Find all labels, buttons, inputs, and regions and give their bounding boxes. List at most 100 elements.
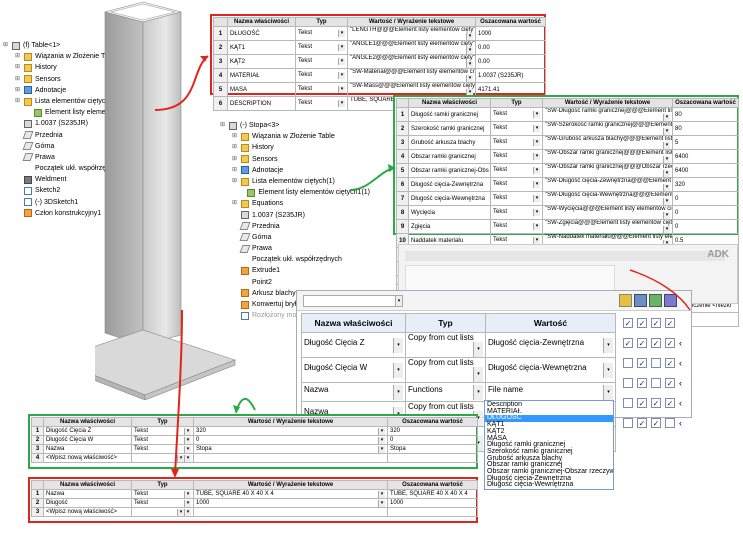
property-name-cell[interactable]: Obszar ramki granicznej bbox=[408, 149, 491, 164]
property-name-cell[interactable]: Długość bbox=[43, 498, 132, 508]
chevron-down-icon[interactable]: ▾ bbox=[603, 362, 613, 378]
row-checkbox[interactable]: ✓ bbox=[651, 418, 661, 428]
dropdown-arrow-icon[interactable]: ▾ bbox=[338, 58, 345, 65]
type-select[interactable]: Functions ▾ bbox=[405, 382, 486, 402]
type-cell[interactable]: Tekst ▾ bbox=[490, 219, 543, 234]
dropdown-arrow-icon[interactable]: ▾ bbox=[663, 170, 670, 177]
row-checkbox[interactable]: ✓ bbox=[623, 338, 633, 348]
dropdown-arrow-icon[interactable]: ▾ bbox=[338, 44, 345, 51]
value-select[interactable]: Długość cięcia-Wewnętrzna ▾ bbox=[485, 357, 616, 383]
dropdown-arrow-icon[interactable]: ▾ bbox=[533, 209, 540, 216]
type-cell[interactable]: Tekst ▾ bbox=[295, 96, 348, 111]
row-checkbox[interactable]: ✓ bbox=[637, 418, 647, 428]
dropdown-arrow-icon[interactable]: ▾ bbox=[338, 86, 345, 93]
value-cell[interactable]: TUBE, SQUARE 40 X 40 X 4 ▾ bbox=[193, 489, 388, 499]
property-name-cell[interactable]: Nazwa bbox=[43, 444, 132, 454]
value-cell[interactable]: "SW-Wycięcia@@@Element listy elementów c… bbox=[542, 205, 673, 220]
type-cell[interactable]: Tekst ▾ bbox=[131, 489, 194, 499]
property-name-cell[interactable]: Grubość arkusza blachy bbox=[408, 135, 491, 150]
chevron-left-icon[interactable]: ‹ bbox=[679, 398, 682, 408]
export-icon[interactable] bbox=[649, 294, 662, 307]
property-name-cell[interactable]: KĄT1 bbox=[227, 40, 296, 55]
dropdown-arrow-icon[interactable]: ▾ bbox=[663, 128, 670, 135]
save-icon[interactable] bbox=[664, 294, 677, 307]
row-checkbox[interactable]: ✓ bbox=[665, 338, 675, 348]
dropdown-arrow-icon[interactable]: ▾ bbox=[466, 47, 473, 54]
value-cell[interactable]: "SW-Material@@@Element listy elementów c… bbox=[347, 68, 476, 83]
chevron-down-icon[interactable]: ▾ bbox=[393, 384, 403, 400]
property-name-cell[interactable]: Wycięcia bbox=[408, 205, 491, 220]
type-cell[interactable]: Tekst ▾ bbox=[131, 444, 194, 454]
header-checkbox[interactable]: ✓ bbox=[651, 318, 661, 328]
type-select[interactable]: Copy from cut lists▾ bbox=[405, 332, 486, 358]
property-name-cell[interactable]: Długość cięcia-Wewnętrzna bbox=[408, 191, 491, 206]
row-checkbox[interactable]: ✓ bbox=[637, 358, 647, 368]
type-cell[interactable]: Tekst ▾ bbox=[295, 82, 348, 97]
value-cell[interactable]: "ANGLE1@@@Element listy elementów cięty"… bbox=[347, 40, 476, 55]
property-name-cell[interactable]: MASA bbox=[227, 82, 296, 97]
tree-item[interactable]: Prawa bbox=[220, 243, 370, 254]
value-cell[interactable]: "ANGLE2@@@Element listy elementów cięty"… bbox=[347, 54, 476, 69]
property-name-cell[interactable]: DŁUGOŚĆ bbox=[227, 26, 296, 41]
type-select[interactable]: Copy from cut lists▾ bbox=[405, 357, 486, 383]
property-name-field[interactable]: Długość Cięcia Z ▾ bbox=[301, 332, 406, 358]
tree-item[interactable]: ⊞ (-) Stopa<3> bbox=[220, 120, 370, 131]
chevron-down-icon[interactable]: ▾ bbox=[603, 384, 613, 400]
row-checkbox[interactable]: ✓ bbox=[651, 338, 661, 348]
row-checkbox[interactable]: ✓ bbox=[665, 378, 675, 388]
dropdown-arrow-icon[interactable]: ▾ bbox=[533, 181, 540, 188]
property-name-cell[interactable]: <Wpisz nową właściwość> bbox=[43, 453, 132, 463]
dropdown-arrow-icon[interactable]: ▾ bbox=[663, 212, 670, 219]
row-checkbox[interactable]: ✓ bbox=[665, 398, 675, 408]
dropdown-arrow-icon[interactable]: ▾ bbox=[663, 156, 670, 163]
dropdown-arrow-icon[interactable]: ▾ bbox=[533, 223, 540, 230]
expand-toggle[interactable]: ⊞ bbox=[3, 40, 10, 51]
dropdown-arrow-icon[interactable]: ▾ bbox=[184, 490, 191, 498]
chevron-left-icon[interactable]: ‹ bbox=[679, 358, 682, 368]
dropdown-arrow-icon[interactable]: ▾ bbox=[663, 114, 670, 121]
expand-toggle[interactable]: ⊞ bbox=[232, 131, 239, 142]
tree-item[interactable]: Górna bbox=[220, 232, 370, 243]
chevron-down-icon[interactable]: ▾ bbox=[603, 337, 613, 353]
dropdown-arrow-icon[interactable]: ▾ bbox=[663, 142, 670, 149]
dropdown-arrow-icon[interactable]: ▾ bbox=[533, 139, 540, 146]
tree-item[interactable]: ⊞ Sensors bbox=[220, 154, 370, 165]
type-cell[interactable]: Tekst ▾ bbox=[295, 40, 348, 55]
dropdown-arrow-icon[interactable]: ▾ bbox=[338, 72, 345, 79]
value-cell[interactable]: "SW-Długość cięcia-Wewnętrzna@@@Element … bbox=[542, 191, 673, 206]
expand-toggle[interactable]: ⊞ bbox=[232, 198, 239, 209]
dropdown-arrow-icon[interactable]: ▾ bbox=[466, 75, 473, 82]
header-checkbox[interactable]: ✓ bbox=[623, 318, 633, 328]
value-cell[interactable] bbox=[193, 507, 388, 517]
value-cell[interactable]: "SW-Długość cięcia-Zewnętrzna@@@Element … bbox=[542, 177, 673, 192]
template-select[interactable]: ▾ bbox=[303, 295, 403, 307]
dropdown-arrow-icon[interactable]: ▾ bbox=[533, 195, 540, 202]
dropdown-arrow-icon[interactable]: ▾ bbox=[533, 111, 540, 118]
property-name-field[interactable]: Długość Cięcia W ▾ bbox=[301, 357, 406, 383]
tree-item[interactable]: ⊞ Wiązania w Złożenie Table bbox=[220, 131, 370, 142]
value-cell[interactable]: "SW-Zgięcia@@@Element listy elementów ci… bbox=[542, 219, 673, 234]
property-name-cell[interactable]: <Wpisz nową właściwość> bbox=[43, 507, 132, 517]
value-cell[interactable]: 0 ▾ bbox=[193, 435, 388, 445]
chevron-left-icon[interactable]: ‹ bbox=[679, 418, 682, 428]
tree-item[interactable]: Początek ukł. współrzędnych bbox=[220, 254, 370, 265]
chevron-down-icon[interactable]: ▾ bbox=[393, 337, 403, 353]
expand-toggle[interactable]: ⊞ bbox=[15, 96, 22, 107]
property-name-cell[interactable]: Szerokość ramki granicznej bbox=[408, 121, 491, 136]
row-checkbox[interactable] bbox=[623, 378, 633, 388]
expand-toggle[interactable]: ⊞ bbox=[15, 62, 22, 73]
expand-toggle[interactable]: ⊞ bbox=[232, 176, 239, 187]
type-cell[interactable]: Tekst ▾ bbox=[295, 26, 348, 41]
value-cell[interactable]: 320 ▾ bbox=[193, 426, 388, 436]
expand-toggle[interactable]: ⊞ bbox=[15, 74, 22, 85]
dropdown-arrow-icon[interactable]: ▾ bbox=[663, 184, 670, 191]
chevron-down-icon[interactable]: ▾ bbox=[473, 367, 483, 382]
dropdown-arrow-icon[interactable]: ▾ bbox=[533, 167, 540, 174]
value-select[interactable]: Długość cięcia-Zewnętrzna ▾ bbox=[485, 332, 616, 358]
type-cell[interactable]: Tekst ▾ bbox=[131, 426, 194, 436]
header-checkbox[interactable]: ✓ bbox=[637, 318, 647, 328]
row-checkbox[interactable]: ✓ bbox=[637, 338, 647, 348]
dropdown-arrow-icon[interactable]: ▾ bbox=[378, 427, 385, 435]
property-name-cell[interactable]: Długość Cięcia W bbox=[43, 435, 132, 445]
value-select[interactable]: File name ▾ bbox=[485, 382, 616, 402]
